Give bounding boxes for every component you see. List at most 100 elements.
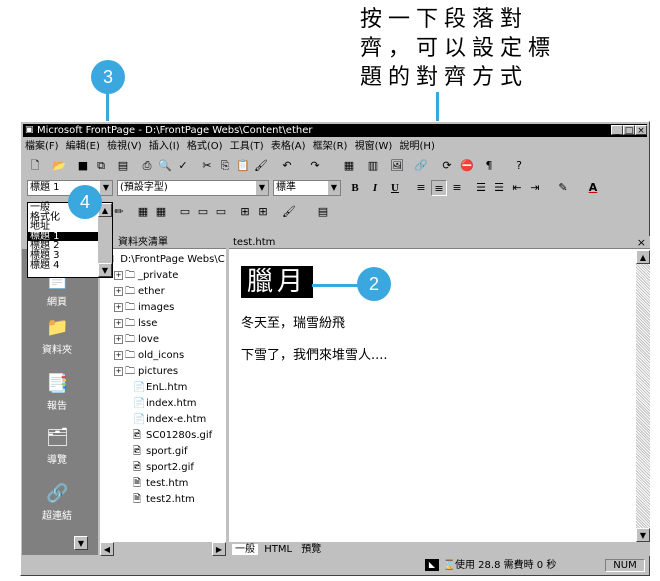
font-color-icon[interactable]: A	[585, 180, 601, 196]
distribute-rows-icon[interactable]: ⊞	[237, 204, 253, 220]
open-icon[interactable]: 📂	[51, 158, 67, 174]
tree-root[interactable]: 🗀 D:\FrontPage Webs\C	[104, 252, 225, 268]
increase-indent-icon[interactable]: ⇥	[527, 180, 543, 196]
horizontal-scrollbar[interactable]: ◀ ▶	[100, 542, 226, 556]
tree-file[interactable]: 📄index.htm	[104, 396, 225, 412]
align-bottom-icon[interactable]: ▭	[213, 204, 229, 220]
distribute-columns-icon[interactable]: ⊞	[255, 204, 271, 220]
menu-table[interactable]: 表格(A)	[271, 141, 306, 152]
tree-file[interactable]: 📄EnL.htm	[104, 380, 225, 396]
insert-image-icon[interactable]: 🖼	[389, 158, 405, 174]
view-folders[interactable]: 📁 資料夾	[22, 317, 92, 356]
tab-normal[interactable]: 一般	[232, 544, 258, 555]
align-middle-icon[interactable]: ▭	[195, 204, 211, 220]
page-heading[interactable]: 臘月	[241, 266, 314, 298]
tree-folder[interactable]: + 🗀 old_icons	[104, 348, 225, 364]
tab-html[interactable]: HTML	[261, 544, 295, 555]
insert-rows-icon[interactable]: ▦	[135, 204, 151, 220]
align-right-icon[interactable]: ≡	[449, 180, 465, 196]
size-select[interactable]: 標準 ▼	[273, 180, 341, 196]
numbered-list-icon[interactable]: ☰	[473, 180, 489, 196]
show-all-icon[interactable]: ¶	[481, 158, 497, 174]
expand-icon[interactable]: +	[114, 270, 123, 280]
menu-edit[interactable]: 編輯(E)	[66, 141, 100, 152]
chevron-down-icon[interactable]: ▼	[256, 181, 268, 195]
insert-table-icon[interactable]: ▥	[365, 158, 381, 174]
view-hyperlinks[interactable]: 🔗 超連結	[22, 483, 92, 522]
tree-file[interactable]: 🗎 test2.htm	[104, 492, 225, 508]
expand-icon[interactable]: +	[114, 302, 123, 312]
tab-preview[interactable]: 預覽	[298, 544, 324, 555]
close-icon[interactable]: ×	[637, 236, 646, 249]
cut-icon[interactable]: ✂	[199, 158, 215, 174]
format-painter-icon[interactable]: 🖌	[253, 158, 269, 174]
tree-folder[interactable]: + 🗀 images	[104, 300, 225, 316]
italic-button[interactable]: I	[367, 180, 383, 196]
highlight-icon[interactable]: ✎	[555, 180, 571, 196]
tree-file[interactable]: 🗎 test.htm	[104, 476, 225, 492]
paragraph-2[interactable]: 下雪了，我們來堆雪人....	[241, 344, 388, 363]
fill-color-icon[interactable]: 🖌	[281, 204, 297, 220]
undo-icon[interactable]: ↶	[279, 158, 295, 174]
help-icon[interactable]: ?	[511, 158, 527, 174]
dropdown-scrollbar[interactable]: ▲ ▼	[98, 203, 112, 277]
bold-button[interactable]: B	[347, 180, 363, 196]
print-icon[interactable]: ⎙	[139, 158, 155, 174]
menu-format[interactable]: 格式(O)	[187, 141, 223, 152]
chevron-down-icon[interactable]: ▼	[100, 181, 112, 195]
tree-file[interactable]: 🖻 sport2.gif	[104, 460, 225, 476]
view-navigation[interactable]: 🗂 導覽	[22, 427, 92, 466]
menu-insert[interactable]: 插入(I)	[149, 141, 180, 152]
insert-columns-icon[interactable]: ▦	[153, 204, 169, 220]
menu-file[interactable]: 檔案(F)	[25, 141, 59, 152]
vertical-scrollbar[interactable]: ▲ ▼	[636, 250, 650, 542]
scroll-right-icon[interactable]: ▶	[212, 542, 226, 556]
draw-table-icon[interactable]: ✏	[111, 204, 127, 220]
expand-icon[interactable]: +	[114, 366, 123, 376]
tree-folder[interactable]: + 🗀 pictures	[104, 364, 225, 380]
expand-icon[interactable]: +	[114, 350, 123, 360]
preview-icon[interactable]: 🔍	[157, 158, 173, 174]
tree-folder[interactable]: + 🗀 ether	[104, 284, 225, 300]
align-left-icon[interactable]: ≡	[413, 180, 429, 196]
view-reports[interactable]: 📑 報告	[22, 373, 92, 412]
bulleted-list-icon[interactable]: ☰	[491, 180, 507, 196]
tree-file[interactable]: 🖻 sport.gif	[104, 444, 225, 460]
paragraph-1[interactable]: 冬天至，瑞雪紛飛	[241, 312, 345, 331]
tree-folder[interactable]: + 🗀 _private	[104, 268, 225, 284]
scroll-left-icon[interactable]: ◀	[100, 542, 114, 556]
refresh-icon[interactable]: ⟳	[439, 158, 455, 174]
close-button[interactable]: ×	[635, 125, 647, 136]
align-center-icon[interactable]: ≡	[431, 180, 447, 196]
hyperlink-icon[interactable]: 🔗	[413, 158, 429, 174]
menu-help[interactable]: 說明(H)	[400, 141, 435, 152]
save-icon[interactable]: ■	[75, 158, 91, 174]
tree-file[interactable]: 📄index-e.htm	[104, 412, 225, 428]
decrease-indent-icon[interactable]: ⇤	[509, 180, 525, 196]
minimize-button[interactable]: _	[611, 125, 623, 136]
spelling-icon[interactable]: ✓	[175, 158, 191, 174]
menu-frames[interactable]: 框架(R)	[313, 141, 348, 152]
expand-icon[interactable]: +	[114, 318, 123, 328]
publish-icon[interactable]: ⧉	[93, 158, 109, 174]
underline-button[interactable]: U	[387, 180, 403, 196]
copy-icon[interactable]: ⎘	[217, 158, 233, 174]
expand-icon[interactable]: +	[114, 286, 123, 296]
menu-tools[interactable]: 工具(T)	[230, 141, 264, 152]
maximize-button[interactable]: □	[623, 125, 635, 136]
folder-list-icon[interactable]: ▤	[115, 158, 131, 174]
scroll-down-icon[interactable]: ▼	[98, 263, 112, 277]
stop-icon[interactable]: ⛔	[459, 158, 475, 174]
font-select[interactable]: (預設字型) ▼	[117, 180, 269, 196]
tree-folder[interactable]: + 🗀 love	[104, 332, 225, 348]
insert-component-icon[interactable]: ▦	[341, 158, 357, 174]
expand-icon[interactable]: +	[114, 334, 123, 344]
scroll-down-icon[interactable]: ▼	[74, 536, 88, 550]
align-top-icon[interactable]: ▭	[177, 204, 193, 220]
tree-file[interactable]: 🖻 SC01280s.gif	[104, 428, 225, 444]
scroll-up-icon[interactable]: ▲	[636, 250, 650, 264]
scroll-down-icon[interactable]: ▼	[636, 528, 650, 542]
menu-view[interactable]: 檢視(V)	[107, 141, 142, 152]
chevron-down-icon[interactable]: ▼	[328, 181, 340, 195]
redo-icon[interactable]: ↷	[307, 158, 323, 174]
